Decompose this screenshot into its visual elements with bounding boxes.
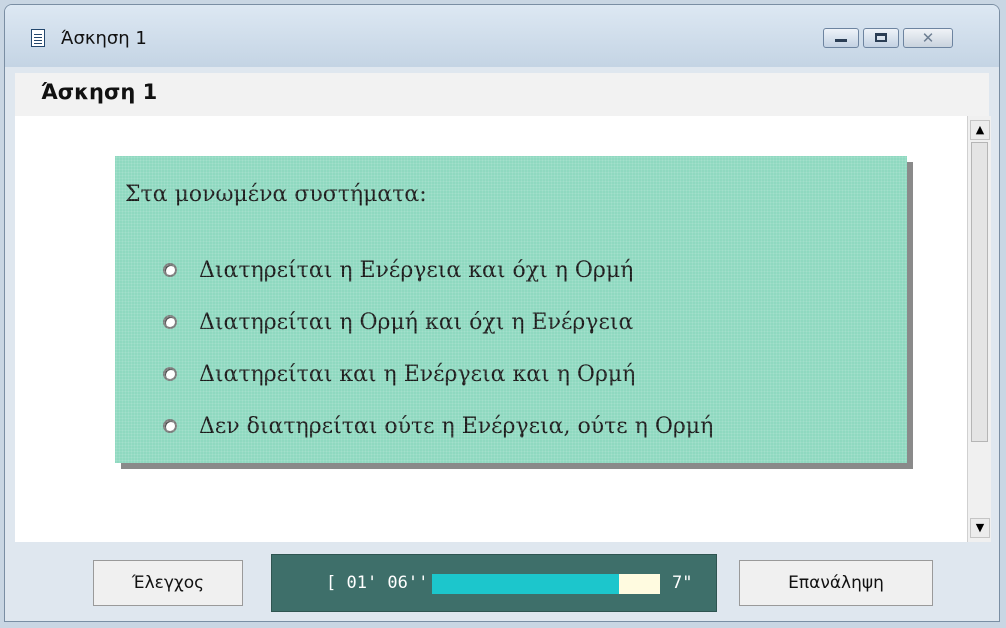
time-progress-bar	[432, 574, 660, 594]
scrollbar-thumb[interactable]	[971, 142, 988, 442]
answer-option-label: Δεν διατηρείται ούτε η Ενέργεια, ούτε η …	[199, 413, 714, 439]
answer-option-label: Διατηρείται η Ενέργεια και όχι η Ορμή	[199, 257, 634, 283]
retry-button[interactable]: Επανάληψη	[739, 560, 933, 606]
footer-bar: Έλεγχος [ 01' 06'' ] 7" Επανάληψη	[5, 542, 999, 621]
maximize-icon	[875, 33, 887, 42]
timer-panel: [ 01' 06'' ] 7"	[271, 554, 717, 612]
minimize-button[interactable]	[823, 28, 859, 48]
exercise-window: Άσκηση 1 ✕ Άσκηση 1 Στα μονωμένα συστήμα…	[4, 4, 1000, 622]
question-text: Στα μονωμένα συστήματα:	[125, 182, 427, 207]
answer-options: Διατηρείται η Ενέργεια και όχι η Ορμή Δι…	[163, 244, 713, 452]
answer-option-label: Διατηρείται η Ορμή και όχι η Ενέργεια	[199, 309, 634, 335]
minimize-icon	[835, 39, 847, 42]
answer-option[interactable]: Διατηρείται και η Ενέργεια και η Ορμή	[163, 348, 713, 400]
check-button[interactable]: Έλεγχος	[93, 560, 243, 606]
answer-option[interactable]: Δεν διατηρείται ούτε η Ενέργεια, ούτε η …	[163, 400, 713, 452]
title-bar[interactable]: Άσκηση 1 ✕	[5, 5, 999, 67]
maximize-button[interactable]	[863, 28, 899, 48]
vertical-scrollbar[interactable]: ▲ ▼	[967, 116, 991, 542]
close-button[interactable]: ✕	[903, 28, 953, 48]
content-area: Στα μονωμένα συστήματα: Διατηρείται η Εν…	[15, 116, 967, 542]
elapsed-time: [ 01' 06'' ]	[326, 573, 449, 593]
document-icon	[31, 29, 45, 47]
exercise-header: Άσκηση 1	[15, 73, 989, 117]
remaining-seconds: 7"	[672, 573, 693, 593]
answer-option-label: Διατηρείται και η Ενέργεια και η Ορμή	[199, 361, 636, 387]
radio-button[interactable]	[163, 263, 177, 277]
page-title: Άσκηση 1	[41, 80, 158, 104]
question-panel: Στα μονωμένα συστήματα: Διατηρείται η Εν…	[115, 156, 907, 463]
radio-button[interactable]	[163, 419, 177, 433]
answer-option[interactable]: Διατηρείται η Ορμή και όχι η Ενέργεια	[163, 296, 713, 348]
arrow-down-icon[interactable]: ▼	[970, 518, 990, 538]
time-progress-fill	[432, 574, 619, 594]
answer-option[interactable]: Διατηρείται η Ενέργεια και όχι η Ορμή	[163, 244, 713, 296]
radio-button[interactable]	[163, 367, 177, 381]
arrow-up-icon[interactable]: ▲	[970, 120, 990, 140]
window-title: Άσκηση 1	[61, 28, 147, 49]
close-icon: ✕	[921, 29, 935, 47]
radio-button[interactable]	[163, 315, 177, 329]
